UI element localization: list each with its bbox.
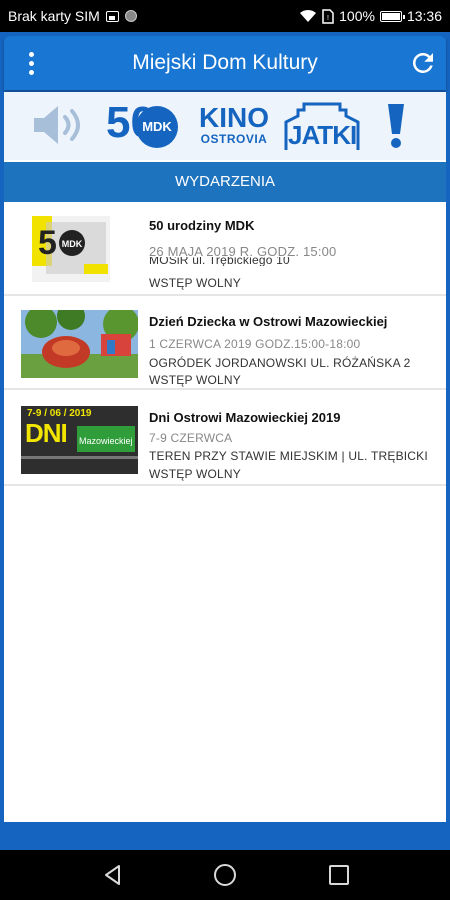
section-title: WYDARZENIA: [4, 162, 446, 202]
event-item-2[interactable]: Dzień Dziecka w Ostrowi Mazowieckiej 1 C…: [4, 296, 446, 390]
battery-icon: [379, 10, 405, 22]
recent-apps-icon[interactable]: [326, 862, 352, 888]
app-container: Miejski Dom Kultury 50 MDK KINO OSTROVIA: [0, 32, 450, 850]
event-item-1[interactable]: 5 MDK 50 urodziny MDK 26 MAJA 2019 R. GO…: [4, 202, 446, 296]
main-content: 50 MDK KINO OSTROVIA JATKI WYDARZENIA 5 …: [4, 92, 446, 822]
bottom-bar: [0, 824, 450, 850]
event-title: Dni Ostrowi Mazowieckiej 2019: [149, 410, 341, 425]
svg-text:5: 5: [38, 224, 57, 262]
speaker-icon[interactable]: [30, 102, 92, 148]
event-date: 1 CZERWCA 2019 GODZ.15:00-18:00: [149, 337, 361, 351]
app-title: Miejski Dom Kultury: [132, 51, 318, 74]
clock: 13:36: [406, 8, 442, 24]
event-date: 7-9 CZERWCA: [149, 431, 233, 445]
event-entry: WSTĘP WOLNY: [149, 276, 241, 290]
back-icon[interactable]: [100, 862, 126, 888]
carrier-text: Brak karty SIM: [8, 8, 100, 24]
event-place: TEREN PRZY STAWIE MIEJSKIM | UL. TRĘBICK…: [149, 449, 428, 463]
event-place: OGRÓDEK JORDANOWSKI UL. RÓŻAŃSKA 2: [149, 356, 411, 370]
image-notification-icon: [105, 10, 119, 22]
event-title: Dzień Dziecka w Ostrowi Mazowieckiej: [149, 314, 388, 329]
event-thumbnail-1: 5 MDK: [32, 216, 110, 282]
event-thumbnail-3: 7-9 / 06 / 2019 DNI Mazowieckiej: [21, 406, 138, 474]
jatki-logo[interactable]: JATKI: [282, 100, 362, 152]
logos-banner: 50 MDK KINO OSTROVIA JATKI: [4, 92, 446, 160]
app-notification-icon: [124, 10, 137, 22]
mdk-logo[interactable]: 50 MDK: [106, 98, 182, 152]
wifi-icon: [300, 9, 317, 22]
status-bar: Brak karty SIM ! 100% 13:36: [0, 0, 450, 32]
sim-icon: !: [322, 8, 334, 24]
event-item-3[interactable]: 7-9 / 06 / 2019 DNI Mazowieckiej Dni Ost…: [4, 392, 446, 486]
event-title: 50 urodziny MDK: [149, 218, 255, 233]
event-entry: WSTĘP WOLNY: [149, 467, 241, 481]
home-icon[interactable]: [212, 862, 238, 888]
event-place: MOSiR ul. Trębickiego 10: [149, 257, 290, 266]
kino-ostrovia-logo[interactable]: KINO OSTROVIA: [192, 104, 276, 150]
navigation-bar: [0, 850, 450, 900]
app-bar: Miejski Dom Kultury: [4, 36, 446, 90]
event-entry: WSTĘP WOLNY: [149, 373, 241, 387]
svg-text:!: !: [327, 15, 329, 22]
refresh-icon[interactable]: [408, 48, 438, 78]
battery-percent: 100%: [339, 8, 375, 24]
svg-text:MDK: MDK: [62, 239, 83, 249]
event-thumbnail-2: [21, 310, 138, 378]
alert-icon[interactable]: [378, 102, 414, 150]
